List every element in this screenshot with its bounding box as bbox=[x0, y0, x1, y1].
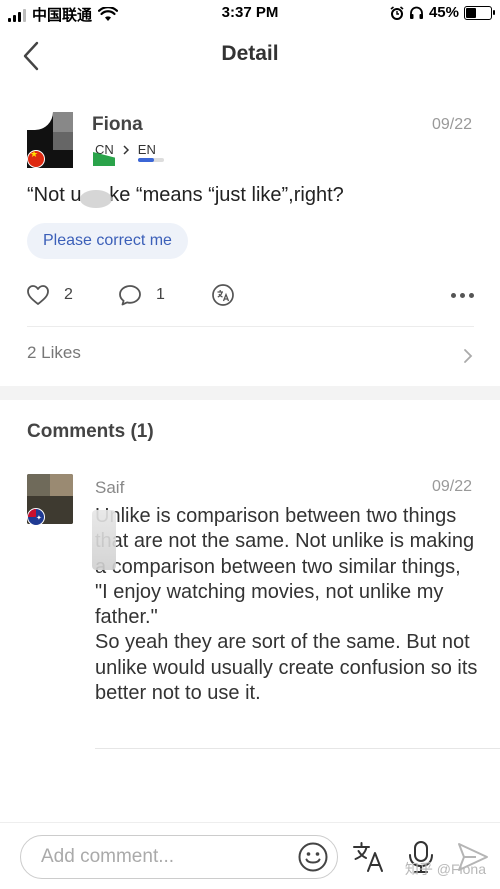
comment-paragraph: Unlike is comparison between two things … bbox=[95, 505, 475, 578]
china-flag-icon bbox=[27, 150, 45, 168]
comment-bubble-icon[interactable] bbox=[118, 284, 142, 306]
comments-heading: Comments (1) bbox=[27, 421, 154, 442]
learning-language: EN bbox=[137, 142, 164, 162]
post-date: 09/22 bbox=[431, 116, 472, 133]
comment-paragraph: "I enjoy watching movies, not unlike my … bbox=[95, 580, 444, 629]
chevron-right-icon[interactable] bbox=[460, 346, 476, 366]
blur-overlay bbox=[92, 510, 116, 570]
more-options-icon[interactable] bbox=[451, 278, 474, 312]
comment-author-name[interactable]: Saif bbox=[95, 478, 124, 498]
learning-language-label: EN bbox=[137, 142, 156, 157]
nav-bar: Detail bbox=[0, 26, 500, 86]
battery-fill bbox=[466, 7, 476, 18]
status-bar: 中国联通 3:37 PM 45% bbox=[0, 0, 500, 26]
divider bbox=[27, 326, 474, 327]
language-level-bar bbox=[137, 158, 164, 162]
chevron-right-icon bbox=[123, 144, 129, 155]
language-pair: CN EN bbox=[93, 142, 164, 166]
likes-summary[interactable]: 2 Likes bbox=[27, 343, 81, 363]
status-right: 45% bbox=[390, 4, 495, 21]
translate-icon[interactable] bbox=[211, 283, 235, 307]
like-count: 2 bbox=[64, 286, 73, 303]
like-action[interactable]: 2 bbox=[26, 278, 73, 312]
heart-icon[interactable] bbox=[26, 284, 50, 306]
australia-flag-icon bbox=[27, 508, 45, 526]
translate-icon[interactable] bbox=[352, 839, 386, 875]
headphones-icon bbox=[409, 6, 423, 19]
comment-bar: 知乎 @Fiona bbox=[0, 822, 500, 889]
correct-me-tag[interactable]: Please correct me bbox=[27, 223, 188, 259]
comment-input[interactable] bbox=[20, 835, 338, 879]
alarm-icon bbox=[390, 5, 404, 20]
comment-paragraph: So yeah they are sort of the same. But n… bbox=[95, 631, 478, 705]
divider bbox=[95, 748, 500, 749]
comment-text: Unlike is comparison between two things … bbox=[95, 504, 480, 706]
comment-count: 1 bbox=[156, 286, 165, 303]
emoji-icon[interactable] bbox=[297, 841, 329, 873]
section-separator bbox=[0, 386, 500, 400]
battery-percent: 45% bbox=[428, 4, 459, 21]
blur-overlay bbox=[80, 190, 112, 208]
translate-action[interactable] bbox=[211, 278, 235, 312]
post-author-name[interactable]: Fiona bbox=[92, 114, 143, 136]
post-actions: 2 1 bbox=[0, 278, 500, 312]
comment-date: 09/22 bbox=[431, 478, 472, 495]
battery-icon bbox=[464, 5, 495, 20]
comment-action[interactable]: 1 bbox=[118, 278, 165, 312]
native-language: CN bbox=[93, 142, 115, 166]
watermark: 知乎 @Fiona bbox=[404, 861, 486, 877]
page-title: Detail bbox=[221, 42, 279, 65]
